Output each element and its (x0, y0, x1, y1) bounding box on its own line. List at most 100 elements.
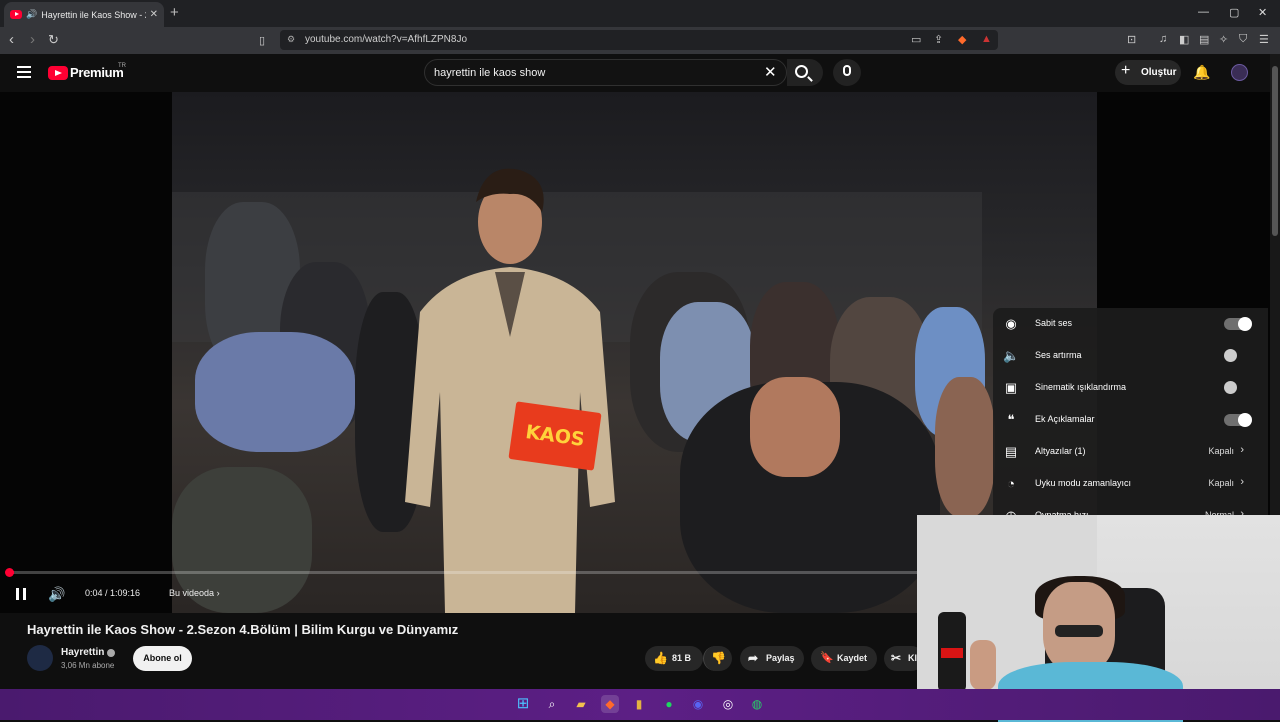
whatsapp-icon[interactable]: ◍ (748, 695, 766, 713)
clear-search-icon[interactable]: ✕ (764, 63, 777, 81)
share-page-icon[interactable]: ⇪ (934, 33, 943, 46)
music-icon[interactable]: ♫ (1159, 33, 1167, 45)
taskbar-search-icon[interactable]: ⌕ (543, 695, 561, 713)
youtube-favicon-icon (10, 10, 22, 19)
notification-bell-icon[interactable]: 🔔 (1193, 64, 1210, 81)
toggle-switch[interactable] (1224, 349, 1250, 362)
tab-title: Hayrettin ile Kaos Show - 2.Se (41, 9, 145, 20)
stable-volume-icon: ◉ (1005, 316, 1017, 331)
chevron-right-icon: › (1240, 508, 1244, 515)
toggle-knob (1238, 413, 1252, 427)
toggle-switch[interactable] (1224, 381, 1250, 394)
video-title: Hayrettin ile Kaos Show - 2.Sezon 4.Bölü… (27, 622, 459, 637)
scissors-icon: ✂ (891, 651, 902, 665)
new-tab-button[interactable]: + (170, 4, 179, 21)
speaker-icon[interactable]: 🔊 (26, 9, 37, 20)
settings-row[interactable]: ▤ Altyazılar (1) Kapalı › (993, 436, 1268, 468)
thumbs-up-icon: 👍 (653, 651, 668, 665)
audience-face (750, 377, 840, 477)
time-display: 0:04 / 1:09:16 (85, 588, 141, 598)
minimize-button[interactable]: — (1198, 6, 1209, 18)
vpn-shield-icon[interactable]: ⛉ (1239, 33, 1247, 46)
settings-row[interactable]: ◷Oynatma hızıNormal› (993, 500, 1268, 515)
search-query[interactable]: hayrettin ile kaos show (434, 67, 545, 79)
bookmark-icon[interactable]: ▯ (259, 34, 265, 47)
create-label[interactable]: Oluştur (1141, 67, 1177, 78)
channel-name[interactable]: Hayrettin (61, 647, 104, 658)
app-icon[interactable]: ▮ (630, 695, 648, 713)
youtube-logo-icon[interactable] (48, 66, 68, 80)
like-count: 81 B (672, 653, 692, 663)
thumbs-down-icon: 👎 (711, 651, 726, 665)
close-window-button[interactable]: ✕ (1258, 6, 1267, 19)
bookmark-save-icon: 🔖 (820, 652, 834, 664)
voice-boost-icon: 🔈 (1003, 348, 1020, 363)
share-icon: ➦ (748, 651, 759, 665)
windows-start-icon[interactable]: ⊞ (514, 695, 532, 713)
scrollbar-thumb[interactable] (1272, 66, 1278, 236)
settings-label: Ses artırma (1035, 350, 1082, 360)
settings-value: Kapalı (1208, 478, 1234, 488)
channel-avatar[interactable] (27, 645, 53, 671)
chapter-label: Bu videoda (169, 588, 215, 598)
sleep-timer-icon: ◔ (1007, 476, 1015, 491)
subscribe-button[interactable]: Abone ol (133, 646, 192, 671)
like-button[interactable]: 👍 81 B (645, 646, 703, 671)
settings-label: Sabit ses (1035, 318, 1073, 328)
toggle-knob (1224, 349, 1237, 362)
streamer-hand (970, 640, 996, 690)
screenshot-icon[interactable]: ⊡ (1127, 33, 1136, 46)
verified-icon (107, 649, 115, 657)
tab-close-icon[interactable]: ✕ (150, 9, 158, 20)
progress-scrubber[interactable] (5, 568, 14, 577)
toggle-switch[interactable] (1224, 413, 1252, 427)
sidebar-icon[interactable]: ◧ (1179, 33, 1189, 46)
logo-text[interactable]: Premium (70, 65, 124, 80)
settings-row[interactable]: ❝ Ek Açıklamalar (993, 404, 1268, 436)
settings-row[interactable]: 🔈 Ses artırma (993, 340, 1268, 372)
brave-browser-icon[interactable]: ◆ (601, 695, 619, 713)
chapter-button[interactable]: Bu videoda › (169, 588, 220, 598)
save-button[interactable]: 🔖 Kaydet (811, 646, 877, 671)
site-info-icon[interactable]: ⚙ (287, 34, 295, 45)
cast-icon[interactable]: ▭ (911, 33, 921, 46)
account-avatar[interactable] (1231, 64, 1248, 81)
discord-icon[interactable]: ◉ (689, 695, 707, 713)
brave-shield-icon[interactable]: ◆ (958, 33, 966, 46)
settings-menu: ◉ Sabit ses 🔈 Ses artırma ▣ Sinematik ışıklan… (993, 308, 1268, 515)
annotations-icon: ❝ (1007, 412, 1015, 427)
volume-icon[interactable]: 🔊 (48, 586, 65, 603)
settings-label: Uyku modu zamanlayıcı (1035, 478, 1132, 488)
subscriber-count: 3,06 Mn abone (61, 661, 115, 670)
settings-row[interactable]: ▣ Sinematik ışıklandırma (993, 372, 1268, 404)
back-icon[interactable]: ‹ (9, 31, 14, 48)
settings-label: Ek Açıklamalar (1035, 414, 1095, 424)
toggle-switch[interactable] (1224, 317, 1252, 331)
url-text[interactable]: youtube.com/watch?v=AfhfLZPN8Jo (305, 34, 467, 45)
pause-icon[interactable] (16, 588, 26, 600)
brave-rewards-icon[interactable]: ▲ (981, 33, 992, 45)
leo-ai-icon[interactable]: ✧ (1219, 33, 1228, 46)
reload-icon[interactable]: ↻ (48, 32, 59, 48)
plus-icon[interactable]: + (1121, 62, 1130, 80)
maximize-button[interactable]: ▢ (1229, 6, 1239, 19)
kaos-card: KAOS (508, 401, 602, 471)
browser-menu-icon[interactable]: ☰ (1259, 33, 1269, 46)
settings-row[interactable]: ◔ Uyku modu zamanlayıcı Kapalı › (993, 468, 1268, 500)
spotify-icon[interactable]: ● (660, 695, 678, 713)
browser-tab-bar (0, 0, 1280, 27)
dislike-button[interactable]: 👎 (703, 646, 732, 671)
sunglasses (1055, 625, 1103, 637)
obs-icon[interactable]: ◎ (719, 695, 737, 713)
browser-tab-active[interactable]: 🔊 Hayrettin ile Kaos Show - 2.Se ✕ (4, 2, 164, 27)
share-button[interactable]: ➦ Paylaş (740, 646, 804, 671)
search-icon[interactable] (795, 65, 808, 78)
toggle-knob (1224, 381, 1237, 394)
audience-figure (195, 332, 355, 452)
forward-icon[interactable]: › (30, 31, 35, 48)
hamburger-menu-icon[interactable] (17, 66, 31, 78)
microphone-icon[interactable] (843, 65, 851, 76)
settings-row[interactable]: ◉ Sabit ses (993, 308, 1268, 340)
wallet-icon[interactable]: ▤ (1199, 33, 1209, 46)
file-explorer-icon[interactable]: ▰ (572, 695, 590, 713)
